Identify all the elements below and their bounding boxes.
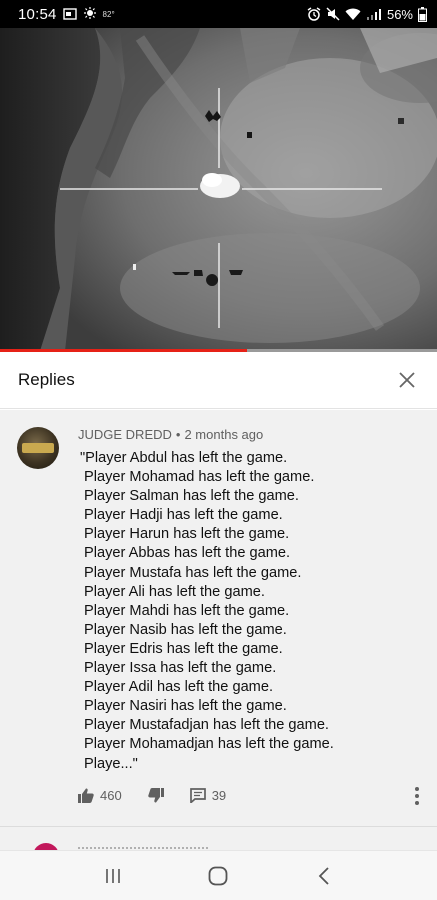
comment-line: Player Mohamadjan has left the game. (84, 736, 334, 753)
meta-separator: • (175, 427, 181, 442)
avatar[interactable] (17, 427, 59, 469)
mute-icon (326, 7, 340, 21)
home-icon (209, 866, 228, 885)
comment-line: Player Hadji has left the game. (84, 507, 283, 524)
thumbs-up-icon (78, 788, 94, 803)
reply-count: 39 (211, 788, 227, 803)
gallery-icon (62, 8, 77, 20)
comment-line: Player Salman has left the game. (84, 488, 299, 505)
replies-title: Replies (18, 370, 75, 389)
avatar-badge (22, 443, 54, 453)
comment-line: Player Mohamad has left the game. (84, 469, 315, 486)
avatar[interactable] (33, 843, 59, 850)
close-icon (399, 372, 415, 388)
comment-author[interactable]: JUDGE DREDD (78, 427, 172, 442)
dislike-button[interactable] (147, 788, 164, 803)
home-button[interactable] (198, 856, 238, 896)
more-vert-icon (415, 787, 419, 791)
like-count: 460 (100, 788, 122, 803)
comment-line: Player Ali has left the game. (84, 583, 265, 600)
status-bar: 10:54 82° 56% (0, 0, 437, 28)
more-options-button[interactable] (409, 784, 425, 808)
system-nav-bar (0, 850, 437, 900)
reply-button[interactable]: 39 (189, 788, 227, 803)
close-button[interactable] (395, 368, 419, 392)
alarm-icon (307, 7, 321, 21)
comment-line: Player Mustafa has left the game. (84, 564, 302, 581)
thumbs-down-icon (147, 788, 164, 803)
comment-line: Playe..." (84, 755, 138, 772)
recents-button[interactable] (93, 856, 133, 896)
comment-meta: JUDGE DREDD • 2 months ago (78, 427, 263, 442)
replies-header: Replies (0, 352, 437, 409)
comment-line: Player Mustafadjan has left the game. (84, 717, 329, 734)
comment-actions: 460 39 (78, 788, 226, 803)
replies-list[interactable]: JUDGE DREDD • 2 months ago "Player Abdul h… (0, 410, 437, 850)
comment-line: Player Nasiri has left the game. (84, 698, 287, 715)
status-temperature: 82° (102, 9, 115, 19)
weather-icon (83, 7, 97, 21)
comment-age: 2 months ago (184, 427, 264, 442)
status-battery-percent: 56% (386, 6, 413, 22)
battery-icon (418, 6, 427, 22)
next-comment-partial[interactable] (0, 827, 437, 850)
video-frame (0, 28, 437, 351)
comment-icon (189, 788, 206, 803)
status-time: 10:54 (18, 5, 57, 23)
comment-line: Player Abbas has left the game. (84, 545, 291, 562)
wifi-icon (345, 8, 361, 21)
comment: JUDGE DREDD • 2 months ago "Player Abdul h… (0, 410, 437, 822)
signal-icon (366, 8, 382, 21)
comment-line: Player Issa has left the game. (84, 660, 277, 677)
comment-line: Player Adil has left the game. (84, 679, 274, 696)
comment-line: "Player Abdul has left the game. (80, 450, 288, 466)
video-player[interactable] (0, 28, 437, 351)
comment-line: Player Nasib has left the game. (84, 621, 287, 638)
back-icon (318, 866, 329, 885)
comment-line: Player Harun has left the game. (84, 526, 290, 543)
like-button[interactable]: 460 (78, 788, 122, 803)
comment-text: "Player Abdul has left the game. Player M… (80, 449, 420, 774)
back-button[interactable] (304, 856, 344, 896)
comment-line: Player Edris has left the game. (84, 640, 283, 657)
comment-line: Player Mahdi has left the game. (84, 602, 290, 619)
recents-icon (106, 868, 120, 883)
